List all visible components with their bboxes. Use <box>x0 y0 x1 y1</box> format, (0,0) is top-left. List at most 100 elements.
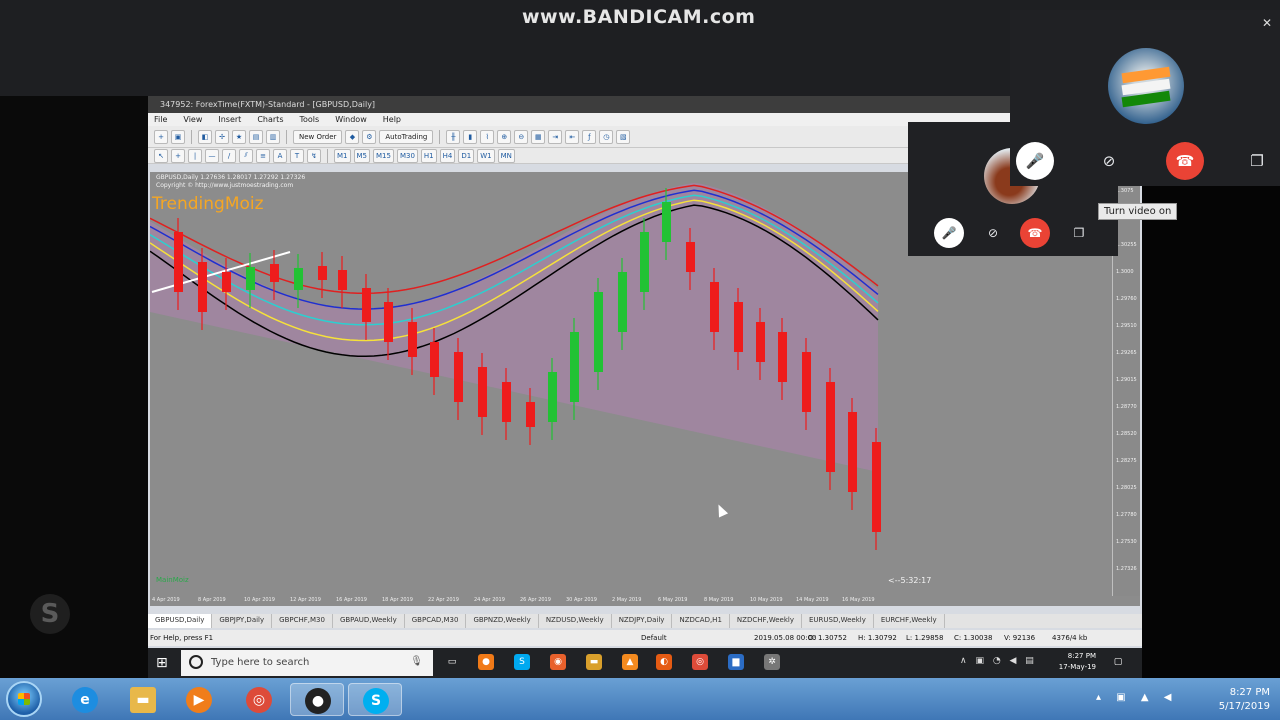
channel-icon[interactable]: ⫽ <box>239 148 253 163</box>
timeframe-h1[interactable]: H1 <box>420 148 437 163</box>
taskbar-explorer[interactable]: ▬ <box>116 683 170 716</box>
chart-tab[interactable]: GBPAUD,Weekly <box>333 614 405 628</box>
periods-icon[interactable]: ◷ <box>599 129 614 144</box>
windows-start-icon[interactable]: ⊞ <box>156 655 172 671</box>
arrows-icon[interactable]: ↯ <box>307 148 321 163</box>
data-window-icon[interactable]: ✢ <box>215 129 229 144</box>
label-icon[interactable]: T <box>290 148 304 163</box>
hang-up-icon[interactable]: ☎ <box>1020 218 1050 248</box>
line-chart-icon[interactable]: ⌇ <box>480 129 495 144</box>
options-icon[interactable]: ⚙ <box>362 129 377 144</box>
skype-icon[interactable]: S <box>514 654 530 670</box>
timeframe-w1[interactable]: W1 <box>477 148 495 163</box>
fibonacci-icon[interactable]: ≡ <box>256 148 270 163</box>
menu-insert[interactable]: Insert <box>218 115 241 124</box>
taskbar-chrome[interactable]: ◎ <box>232 683 286 716</box>
local-clock[interactable]: 8:27 PM 5/17/2019 <box>1206 686 1270 714</box>
close-icon[interactable]: ✕ <box>1262 16 1272 30</box>
crosshair-icon[interactable]: + <box>171 148 185 163</box>
timeframe-h4[interactable]: H4 <box>439 148 456 163</box>
pop-out-icon[interactable]: ❐ <box>1238 142 1276 180</box>
zoom-out-icon[interactable]: ⊖ <box>514 129 529 144</box>
app-orange-icon[interactable]: ● <box>478 654 494 670</box>
candle-body <box>686 242 695 272</box>
microphone-icon[interactable]: 🎤 <box>934 218 964 248</box>
chart-tab[interactable]: EURCHF,Weekly <box>874 614 945 628</box>
chart-tab[interactable]: GBPCAD,M30 <box>405 614 467 628</box>
navigator-icon[interactable]: ★ <box>232 129 246 144</box>
new-order-button[interactable]: New Order <box>293 129 343 144</box>
menu-charts[interactable]: Charts <box>257 115 283 124</box>
timeframe-m30[interactable]: M30 <box>396 148 418 163</box>
bar-chart-icon[interactable]: ╫ <box>446 129 461 144</box>
taskbar-bandicam[interactable]: ● <box>290 683 344 716</box>
pop-out-icon[interactable]: ❐ <box>1064 218 1094 248</box>
menu-help[interactable]: Help <box>383 115 401 124</box>
terminal-icon[interactable]: ▤ <box>249 129 263 144</box>
tester-icon[interactable]: ▥ <box>266 129 280 144</box>
templates-icon[interactable]: ▧ <box>616 129 631 144</box>
timeframe-m5[interactable]: M5 <box>353 148 370 163</box>
chart-tab[interactable]: EURUSD,Weekly <box>802 614 874 628</box>
price-label: 1.29265 <box>1116 350 1137 356</box>
microphone-icon[interactable]: 🎤 <box>1016 142 1054 180</box>
timeframe-mn[interactable]: MN <box>497 148 515 163</box>
firefox-icon[interactable]: ◐ <box>656 654 672 670</box>
mt4-title-bar[interactable]: 347952: ForexTime(FXTM)-Standard - [GBPU… <box>148 96 1142 113</box>
chart-tab[interactable]: NZDUSD,Weekly <box>539 614 612 628</box>
zoom-in-icon[interactable]: ⊕ <box>497 129 512 144</box>
chart-tab[interactable]: GBPCHF,M30 <box>272 614 333 628</box>
remote-clock[interactable]: 8:27 PM 17-May-19 <box>1052 651 1096 673</box>
profiles-icon[interactable]: ▣ <box>171 129 185 144</box>
timeframe-m1[interactable]: M1 <box>334 148 351 163</box>
menu-view[interactable]: View <box>183 115 202 124</box>
vertical-line-icon[interactable]: | <box>188 148 202 163</box>
timeframe-d1[interactable]: D1 <box>458 148 475 163</box>
taskbar-search[interactable]: Type here to search 🎙 <box>181 650 433 676</box>
vlc-icon[interactable]: ▲ <box>622 654 638 670</box>
chrome-icon[interactable]: ◎ <box>692 654 708 670</box>
chart-shift-icon[interactable]: ⇤ <box>565 129 580 144</box>
metaeditor-icon[interactable]: ◆ <box>345 129 360 144</box>
autotrading-button[interactable]: AutoTrading <box>379 129 434 144</box>
chart-tab[interactable]: GBPJPY,Daily <box>212 614 273 628</box>
chart-tab[interactable]: GBPNZD,Weekly <box>466 614 539 628</box>
task-view-icon[interactable]: ▭ <box>444 654 460 670</box>
taskbar-media[interactable]: ▶ <box>172 683 226 716</box>
camera-off-icon[interactable]: ⊘ <box>1090 142 1128 180</box>
app-gear-icon[interactable]: ✲ <box>764 654 780 670</box>
trendline-icon[interactable]: / <box>222 148 236 163</box>
chart-tab[interactable]: NZDJPY,Daily <box>612 614 673 628</box>
chart-tab[interactable]: NZDCAD,H1 <box>672 614 730 628</box>
tile-windows-icon[interactable]: ▦ <box>531 129 546 144</box>
market-watch-icon[interactable]: ◧ <box>198 129 212 144</box>
local-system-tray[interactable]: ▴ ▣ ▲ ◀ <box>1096 692 1177 703</box>
cursor-icon[interactable]: ↖ <box>154 148 168 163</box>
folder-icon: ▬ <box>130 687 156 713</box>
microphone-icon[interactable]: 🎙 <box>410 656 423 667</box>
horizontal-line-icon[interactable]: — <box>205 148 219 163</box>
autoscroll-icon[interactable]: ⇥ <box>548 129 563 144</box>
menu-window[interactable]: Window <box>335 115 367 124</box>
notifications-icon[interactable]: ▢ <box>1110 654 1126 670</box>
system-tray[interactable]: ∧ ▣ ◔ ◀ ▤ <box>960 656 1037 666</box>
text-icon[interactable]: A <box>273 148 287 163</box>
candle-chart-icon[interactable]: ▮ <box>463 129 478 144</box>
camera-off-icon[interactable]: ⊘ <box>978 218 1008 248</box>
hang-up-icon[interactable]: ☎ <box>1166 142 1204 180</box>
chart-tab[interactable]: NZDCHF,Weekly <box>730 614 802 628</box>
windows-orb-icon[interactable] <box>6 681 42 717</box>
call-window-large: ✕ 🎤 ⊘ ☎ ❐ <box>1010 10 1280 186</box>
menu-tools[interactable]: Tools <box>299 115 319 124</box>
chart-tab[interactable]: GBPUSD,Daily <box>148 614 213 628</box>
app-round-icon[interactable]: ◉ <box>550 654 566 670</box>
mt4-taskbar-icon[interactable]: ▆ <box>728 654 744 670</box>
taskbar-skype[interactable]: S <box>348 683 402 716</box>
cortana-icon <box>189 655 203 669</box>
taskbar-ie[interactable]: e <box>58 683 112 716</box>
menu-file[interactable]: File <box>154 115 167 124</box>
timeframe-m15[interactable]: M15 <box>373 148 394 163</box>
indicators-icon[interactable]: ƒ <box>582 129 597 144</box>
new-chart-icon[interactable]: + <box>154 129 168 144</box>
file-explorer-icon[interactable]: ▬ <box>586 654 602 670</box>
